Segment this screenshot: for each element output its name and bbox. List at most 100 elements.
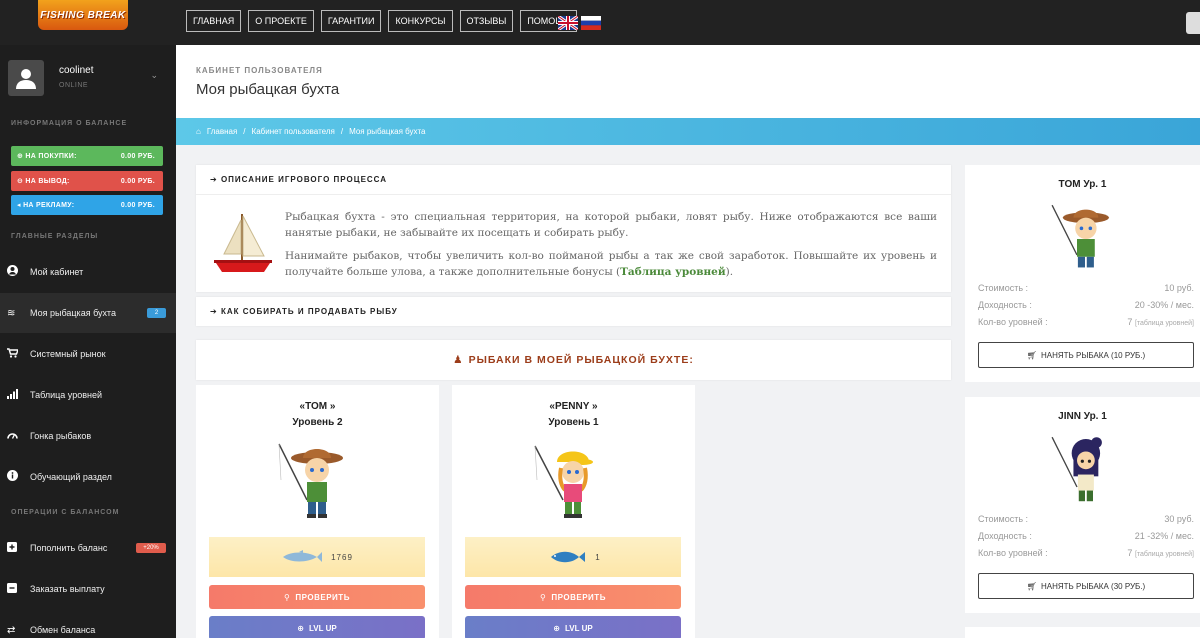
bonus-badge: +20% xyxy=(136,543,166,553)
user-panel[interactable]: coolinet ONLINE ⌄ xyxy=(8,60,168,100)
cost-value: 10 руб. xyxy=(1164,283,1194,293)
ru-flag-icon[interactable] xyxy=(581,16,601,30)
lvl-up-button[interactable]: ⊕ LVL UP xyxy=(209,616,425,638)
lvl-up-label: LVL UP xyxy=(308,623,337,633)
fishers-header: ♟ РЫБАКИ В МОЕЙ РЫБАЦКОЙ БУХТЕ: xyxy=(196,340,951,380)
breadcrumb-home[interactable]: Главная xyxy=(207,127,237,136)
nav-about[interactable]: О ПРОЕКТЕ xyxy=(248,10,314,32)
sidebar-item-fishing-bay[interactable]: ≋ Моя рыбацкая бухта 2 xyxy=(0,293,176,333)
arrow-up-circle-icon: ⊕ xyxy=(553,623,560,633)
levels-value: 7 xyxy=(1127,317,1133,327)
description-text: Рыбацкая бухта - это специальная террито… xyxy=(285,209,937,287)
sidebar-item-label: Моя рыбацкая бухта xyxy=(30,308,116,318)
page-header: КАБИНЕТ ПОЛЬЗОВАТЕЛЯ Моя рыбацкая бухта xyxy=(176,45,1200,118)
howto-panel[interactable]: ➔ КАК СОБИРАТЬ И ПРОДАВАТЬ РЫБУ xyxy=(196,297,951,326)
sidebar-item-label: Таблица уровней xyxy=(30,390,102,400)
fisher-level: Уровень 2 xyxy=(292,417,343,428)
sidebar-item-withdraw[interactable]: Заказать выплату xyxy=(0,569,176,609)
check-button[interactable]: ⚲ ПРОВЕРИТЬ xyxy=(465,585,681,609)
check-label: ПРОВЕРИТЬ xyxy=(295,592,350,602)
levels-label: Кол-во уровней : xyxy=(978,548,1048,558)
fish-icon xyxy=(551,551,586,563)
sidebar-item-race[interactable]: Гонка рыбаков xyxy=(0,416,176,456)
scroll-top-tab[interactable] xyxy=(1186,12,1200,34)
income-value: 20 -30% / мес. xyxy=(1134,300,1194,310)
income-value: 21 -32% / мес. xyxy=(1134,531,1194,541)
balance-value: 0.00 РУБ. xyxy=(120,177,155,185)
shop-cost-row: Стоимость : 30 руб. xyxy=(978,514,1194,524)
balance-value: 0.00 РУБ. xyxy=(120,201,155,209)
fish-count: 1769 xyxy=(331,552,353,562)
nav-guarantees[interactable]: ГАРАНТИИ xyxy=(320,10,382,32)
description-header: ОПИСАНИЕ ИГРОВОГО ПРОЦЕССА xyxy=(220,175,388,184)
levels-table-link[interactable]: [таблица уровней] xyxy=(1135,320,1194,327)
fisher-tom-image xyxy=(278,443,343,518)
user-status: ONLINE xyxy=(59,82,89,89)
sidebar-item-exchange[interactable]: ⇄ Обмен баланса xyxy=(0,610,176,638)
sidebar-item-deposit[interactable]: Пополнить баланс +20% xyxy=(0,528,176,568)
shop-income-row: Доходность : 21 -32% / мес. xyxy=(978,531,1194,541)
description-toggle[interactable]: ➔ ОПИСАНИЕ ИГРОВОГО ПРОЦЕССА xyxy=(210,175,387,184)
nav-contests[interactable]: КОНКУРСЫ xyxy=(388,10,453,32)
balance-withdraw: ⊖ НА ВЫВОД: 0.00 РУБ. xyxy=(11,171,163,191)
cost-label: Стоимость : xyxy=(978,514,1029,524)
cost-value: 30 руб. xyxy=(1164,514,1194,524)
fisher-penny-image xyxy=(534,445,593,518)
fish-counter: 1769 xyxy=(209,537,425,577)
avatar xyxy=(8,60,44,96)
nav-home[interactable]: ГЛАВНАЯ xyxy=(186,10,242,32)
sidebar-item-cabinet[interactable]: Мой кабинет xyxy=(0,252,176,292)
hire-button[interactable]: 🛒︎ НАНЯТЬ РЫБАКА (10 РУБ.) xyxy=(978,342,1194,368)
description-panel: ➔ ОПИСАНИЕ ИГРОВОГО ПРОЦЕССА Рыбацкая бу… xyxy=(196,165,951,292)
check-button[interactable]: ⚲ ПРОВЕРИТЬ xyxy=(209,585,425,609)
count-badge: 2 xyxy=(147,308,166,318)
balance-purchase: ⊕ НА ПОКУПКИ: 0.00 РУБ. xyxy=(11,146,163,166)
fish-icon: ≋ xyxy=(7,307,16,319)
levels-table-link[interactable]: [таблица уровней] xyxy=(1135,551,1194,558)
arrow-right-icon: ➔ xyxy=(210,175,218,184)
breadcrumb-cabinet[interactable]: Кабинет пользователя xyxy=(252,127,335,136)
arrow-up-circle-icon: ⊕ xyxy=(297,623,304,633)
sidebar-item-market[interactable]: Системный рынок xyxy=(0,334,176,374)
shop-levels-row: Кол-во уровней : 7 [таблица уровней] xyxy=(978,548,1194,558)
breadcrumb: ⌂ Главная / Кабинет пользователя / Моя р… xyxy=(176,118,1200,145)
search-icon: ⚲ xyxy=(284,592,291,602)
breadcrumb-separator: / xyxy=(243,127,246,136)
sidebar-item-levels[interactable]: Таблица уровней xyxy=(0,375,176,415)
nav-reviews[interactable]: ОТЗЫВЫ xyxy=(459,10,514,32)
shop-levels-row: Кол-во уровней : 7 [таблица уровней] xyxy=(978,317,1194,327)
breadcrumb-current: Моя рыбацкая бухта xyxy=(349,127,426,136)
fisher-card-tom: «TOM » Уровень 2 1769 ⚲ ПРОВЕРИТЬ ⊕ LVL UP xyxy=(196,385,439,638)
balance-label: НА РЕКЛАМУ: xyxy=(23,202,75,209)
description-text-part: Нанимайте рыбаков, чтобы увеличить кол-в… xyxy=(285,250,937,278)
fisher-card-penny: «PENNY » Уровень 1 1 ⚲ ПРОВЕРИТЬ ⊕ LVL UP xyxy=(452,385,695,638)
megaphone-icon: ◂ xyxy=(17,202,21,209)
fisher-name: «PENNY » xyxy=(549,401,598,412)
shop-card-jinn: JINN Ур. 1 Стоимость : 30 руб. Доходность… xyxy=(965,397,1200,613)
user-icon xyxy=(0,265,30,279)
plus-square-icon xyxy=(0,541,30,555)
lvl-up-label: LVL UP xyxy=(564,623,593,633)
user-avatar-icon xyxy=(16,69,36,89)
boat-image xyxy=(214,214,272,272)
fishers-header-text: РЫБАКИ В МОЕЙ РЫБАЦКОЙ БУХТЕ: xyxy=(468,354,694,366)
shop-card-tom: TOM Ур. 1 Стоимость : 10 руб. Доходность … xyxy=(965,165,1200,382)
lvl-up-button[interactable]: ⊕ LVL UP xyxy=(465,616,681,638)
main-nav: ГЛАВНАЯ О ПРОЕКТЕ ГАРАНТИИ КОНКУРСЫ ОТЗЫ… xyxy=(186,10,577,32)
search-icon: ⚲ xyxy=(540,592,547,602)
chevron-down-icon[interactable]: ⌄ xyxy=(150,70,158,81)
levels-table-link[interactable]: Таблица уровней xyxy=(620,266,726,278)
sidebar-item-tutorial[interactable]: Обучающий раздел xyxy=(0,457,176,497)
sidebar-item-label: Гонка рыбаков xyxy=(30,431,92,441)
howto-toggle[interactable]: ➔ КАК СОБИРАТЬ И ПРОДАВАТЬ РЫБУ xyxy=(210,307,398,316)
site-logo[interactable]: FISHING BREAK xyxy=(38,0,128,30)
cart-icon: 🛒︎ xyxy=(1026,350,1037,360)
shop-jinn-image xyxy=(1051,436,1102,502)
hire-label: НАНЯТЬ РЫБАКА (10 РУБ.) xyxy=(1040,350,1146,360)
page-title: Моя рыбацкая бухта xyxy=(196,81,340,98)
hire-button[interactable]: 🛒︎ НАНЯТЬ РЫБАКА (30 РУБ.) xyxy=(978,573,1194,599)
uk-flag-icon[interactable] xyxy=(558,16,578,30)
balance-section-header: ИНФОРМАЦИЯ О БАЛАНСЕ xyxy=(11,120,128,127)
user-icon: ♟ xyxy=(453,354,464,366)
top-bar: FISHING BREAK ГЛАВНАЯ О ПРОЕКТЕ ГАРАНТИИ… xyxy=(0,0,1200,45)
